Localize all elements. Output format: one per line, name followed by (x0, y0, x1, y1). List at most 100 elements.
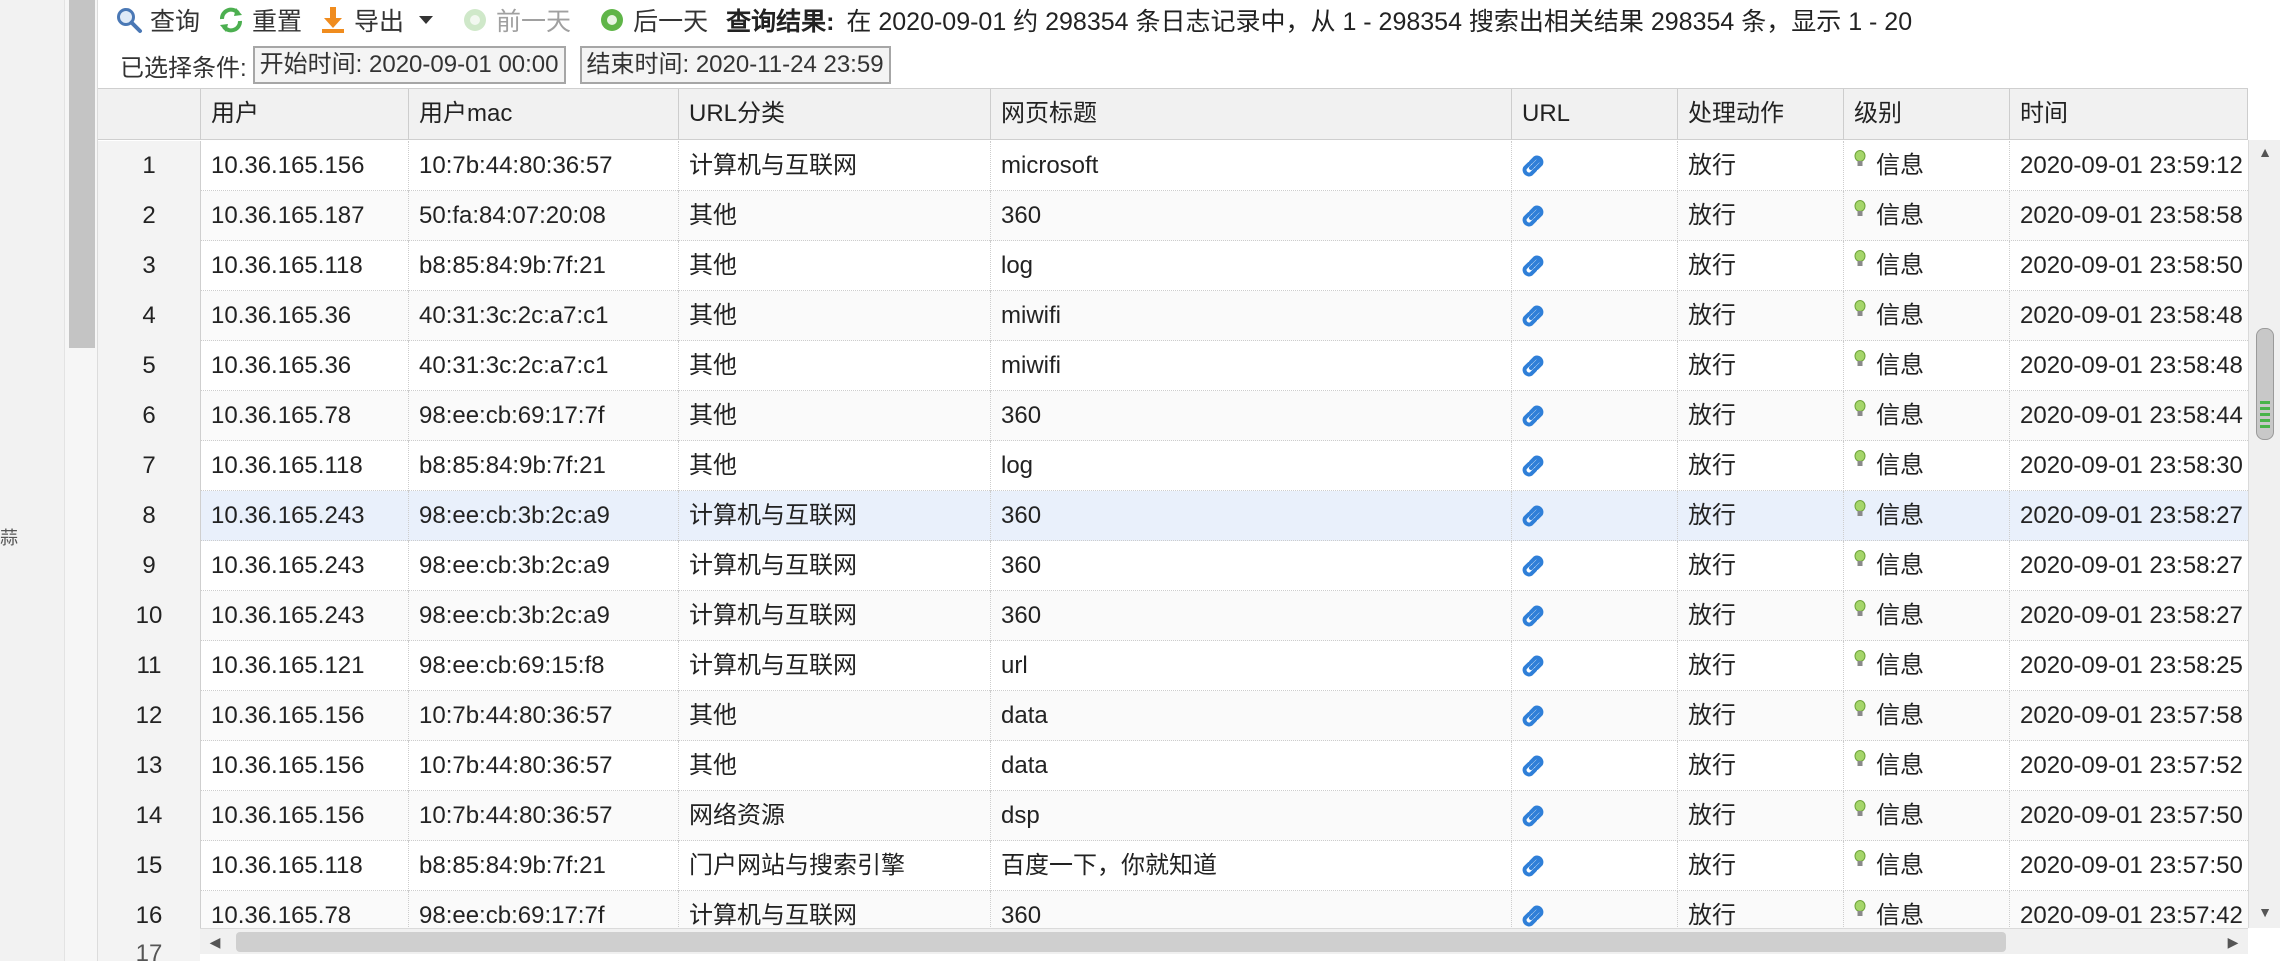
cell-url[interactable] (1512, 891, 1678, 928)
cell-url-category: 其他 (679, 291, 991, 341)
cell-url[interactable] (1512, 541, 1678, 591)
start-time-tag[interactable]: 开始时间: 2020-09-01 00:00 (252, 46, 566, 84)
cell-url[interactable] (1512, 691, 1678, 741)
row-number: 9 (98, 541, 201, 591)
next-day-button[interactable]: 后一天 (597, 3, 708, 37)
column-header-url[interactable]: URL (1512, 89, 1678, 140)
table-row[interactable]: 1 10.36.165.156 10:7b:44:80:36:57 计算机与互联网 mi… (98, 141, 2248, 191)
scrollbar-grip (2260, 407, 2270, 410)
lightbulb-icon (1854, 150, 1866, 166)
table-row[interactable]: 7 10.36.165.118 b8:85:84:9b:7f:21 其他 log 放行 信息… (98, 441, 2248, 491)
scrollbar-grip (2260, 425, 2270, 428)
column-header-page-title[interactable]: 网页标题 (991, 89, 1512, 140)
column-header-user[interactable]: 用户 (201, 89, 409, 140)
cell-user: 10.36.165.118 (201, 441, 409, 491)
level-label: 信息 (1876, 452, 1924, 479)
cell-user: 10.36.165.187 (201, 191, 409, 241)
link-icon[interactable] (1518, 451, 1548, 481)
table-row[interactable]: 10 10.36.165.243 98:ee:cb:3b:2c:a9 计算机与互联网 3… (98, 591, 2248, 641)
cell-action: 放行 (1678, 691, 1844, 741)
cell-page-title: 百度一下，你就知道 (991, 841, 1512, 891)
link-icon[interactable] (1518, 551, 1548, 581)
link-icon[interactable] (1518, 351, 1548, 381)
cell-url[interactable] (1512, 791, 1678, 841)
cell-action: 放行 (1678, 641, 1844, 691)
cell-url[interactable] (1512, 241, 1678, 291)
cell-url[interactable] (1512, 641, 1678, 691)
link-icon[interactable] (1518, 601, 1548, 631)
table-row[interactable]: 8 10.36.165.243 98:ee:cb:3b:2c:a9 计算机与互联网 36… (98, 491, 2248, 541)
end-time-tag[interactable]: 结束时间: 2020-11-24 23:59 (579, 46, 891, 84)
cell-url[interactable] (1512, 191, 1678, 241)
cell-action: 放行 (1678, 741, 1844, 791)
left-scrollbar[interactable] (64, 0, 98, 961)
table-row[interactable]: 9 10.36.165.243 98:ee:cb:3b:2c:a9 计算机与互联网 36… (98, 541, 2248, 591)
level-label: 信息 (1876, 752, 1924, 779)
link-icon[interactable] (1518, 751, 1548, 781)
table-row[interactable]: 14 10.36.165.156 10:7b:44:80:36:57 网络资源 dsp 放… (98, 791, 2248, 841)
row-number: 16 (98, 891, 201, 928)
cell-url[interactable] (1512, 491, 1678, 541)
cell-time: 2020-09-01 23:58:27 (2020, 502, 2243, 529)
cell-url[interactable] (1512, 741, 1678, 791)
vertical-scrollbar[interactable]: ▲ ▼ (2248, 140, 2280, 928)
horizontal-scrollbar-thumb[interactable] (236, 932, 2006, 952)
cell-url[interactable] (1512, 141, 1678, 191)
column-header-mac[interactable]: 用户mac (409, 89, 679, 140)
table-row[interactable]: 15 10.36.165.118 b8:85:84:9b:7f:21 门户网站与搜索引… (98, 841, 2248, 891)
table-row[interactable]: 16 10.36.165.78 98:ee:cb:69:17:7f 计算机与互联网 36… (98, 891, 2248, 928)
scroll-up-icon[interactable]: ▲ (2249, 140, 2280, 164)
lightbulb-icon (1854, 650, 1866, 666)
link-icon[interactable] (1518, 151, 1548, 181)
scroll-down-icon[interactable]: ▼ (2249, 900, 2280, 924)
row-number: 14 (98, 791, 201, 841)
cell-page-title: data (991, 741, 1512, 791)
link-icon[interactable] (1518, 651, 1548, 681)
table-row[interactable]: 11 10.36.165.121 98:ee:cb:69:15:f8 计算机与互联网 u… (98, 641, 2248, 691)
cell-url[interactable] (1512, 441, 1678, 491)
table-row[interactable]: 4 10.36.165.36 40:31:3c:2c:a7:c1 其他 miwifi 放行… (98, 291, 2248, 341)
level-label: 信息 (1876, 852, 1924, 879)
reset-button[interactable]: 重置 (216, 3, 302, 37)
level-label: 信息 (1876, 602, 1924, 629)
left-scrollbar-thumb[interactable] (69, 0, 95, 348)
table-row[interactable]: 12 10.36.165.156 10:7b:44:80:36:57 其他 data 放行… (98, 691, 2248, 741)
link-icon[interactable] (1518, 251, 1548, 281)
column-header-level[interactable]: 级别 (1844, 89, 2010, 140)
table-row[interactable]: 5 10.36.165.36 40:31:3c:2c:a7:c1 其他 miwifi 放行… (98, 341, 2248, 391)
prev-day-button[interactable]: 前一天 (460, 3, 571, 37)
link-icon[interactable] (1518, 501, 1548, 531)
cell-page-title: 360 (991, 891, 1512, 928)
link-icon[interactable] (1518, 401, 1548, 431)
table-row[interactable]: 3 10.36.165.118 b8:85:84:9b:7f:21 其他 log 放行 信息… (98, 241, 2248, 291)
cell-user: 10.36.165.118 (201, 241, 409, 291)
horizontal-scrollbar[interactable]: ◀ ▶ (200, 928, 2248, 954)
link-icon[interactable] (1518, 701, 1548, 731)
scroll-left-icon[interactable]: ◀ (202, 929, 228, 955)
export-button[interactable]: 导出 (318, 3, 434, 37)
cell-url[interactable] (1512, 341, 1678, 391)
cell-url[interactable] (1512, 391, 1678, 441)
table-row[interactable]: 2 10.36.165.187 50:fa:84:07:20:08 其他 360 放行 信息… (98, 191, 2248, 241)
table-row[interactable]: 6 10.36.165.78 98:ee:cb:69:17:7f 其他 360 放行 信息 2… (98, 391, 2248, 441)
cell-level: 信息 (1844, 441, 2010, 491)
column-header-action[interactable]: 处理动作 (1678, 89, 1844, 140)
row-number: 5 (98, 341, 201, 391)
cell-page-title: data (991, 691, 1512, 741)
cell-user: 10.36.165.118 (201, 841, 409, 891)
scroll-right-icon[interactable]: ▶ (2220, 929, 2246, 955)
cell-url[interactable] (1512, 291, 1678, 341)
column-header-time[interactable]: 时间 (2010, 89, 2248, 140)
lightbulb-icon (1854, 850, 1866, 866)
table-row[interactable]: 13 10.36.165.156 10:7b:44:80:36:57 其他 data 放行… (98, 741, 2248, 791)
link-icon[interactable] (1518, 201, 1548, 231)
vertical-scrollbar-thumb[interactable] (2256, 328, 2274, 440)
link-icon[interactable] (1518, 851, 1548, 881)
cell-url[interactable] (1512, 841, 1678, 891)
link-icon[interactable] (1518, 901, 1548, 928)
cell-url[interactable] (1512, 591, 1678, 641)
link-icon[interactable] (1518, 301, 1548, 331)
query-button[interactable]: 查询 (114, 3, 200, 37)
link-icon[interactable] (1518, 801, 1548, 831)
column-header-url-category[interactable]: URL分类 (679, 89, 991, 140)
